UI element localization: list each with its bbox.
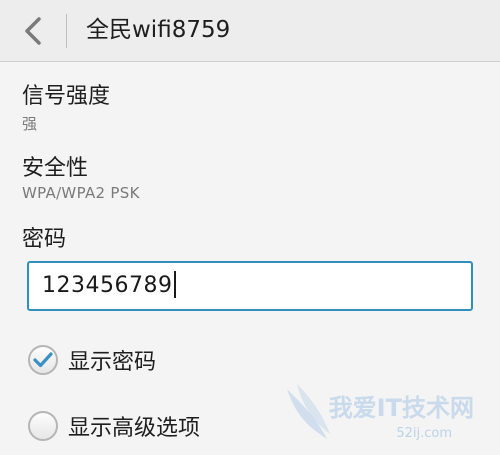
password-label: 密码 [22,227,67,252]
password-value: 123456789 [42,273,173,298]
password-text-wrap: 123456789 [42,263,177,309]
show-advanced-options-label: 显示高级选项 [68,416,201,441]
show-advanced-options-checkbox[interactable]: 显示高级选项 [28,408,200,444]
watermark-url: 52ij.com [396,426,452,441]
back-button[interactable] [0,0,66,61]
security-value: WPA/WPA2 PSK [22,184,140,202]
checkbox-box [28,345,58,375]
text-caret [174,271,177,298]
header-divider [66,14,67,48]
show-password-checkbox[interactable]: 显示密码 [28,342,156,378]
checkbox-box-empty [28,411,58,441]
checkmark-icon [33,352,53,368]
signal-strength-value: 强 [22,115,38,133]
show-password-label: 显示密码 [68,350,157,375]
password-input[interactable]: 123456789 [27,261,473,311]
page-title: 全民wifi8759 [86,17,231,43]
watermark-text: 我爱IT技术网 [328,394,474,422]
chevron-left-icon [25,16,41,45]
signal-strength-label: 信号强度 [22,84,111,109]
security-label: 安全性 [22,156,89,181]
title-bar: 全民wifi8759 [0,0,500,62]
watermark: 我爱IT技术网 52ij.com [282,379,492,449]
